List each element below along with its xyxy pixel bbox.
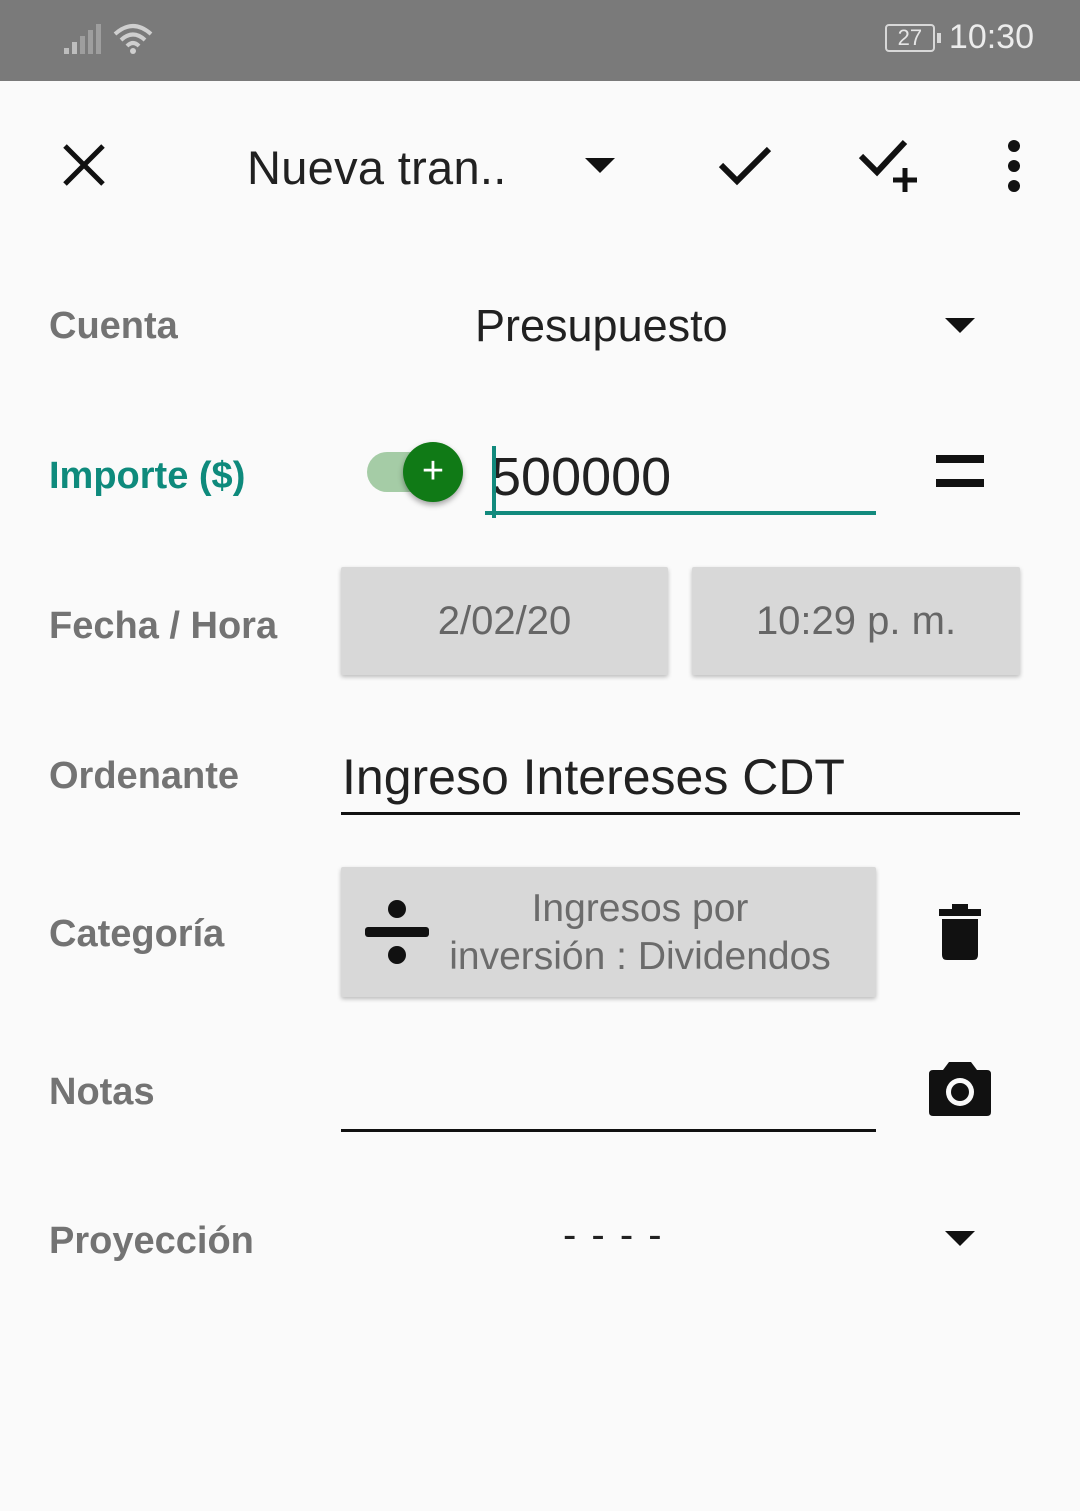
notes-input[interactable] — [342, 1060, 876, 1126]
account-select[interactable]: Presupuesto — [475, 300, 728, 352]
camera-icon — [929, 1062, 991, 1116]
status-bar: 27 10:30 — [0, 0, 1080, 81]
projection-select[interactable]: - - - - — [563, 1213, 664, 1258]
split-icon[interactable] — [364, 900, 430, 966]
category-label: Categoría — [49, 913, 225, 955]
close-button[interactable] — [54, 135, 114, 195]
payee-label: Ordenante — [49, 755, 240, 797]
account-label: Cuenta — [49, 305, 178, 347]
time-button[interactable]: 10:29 p. m. — [692, 567, 1020, 675]
status-time: 10:30 — [948, 18, 1034, 56]
amount-input[interactable]: 500000 — [485, 430, 876, 518]
page-title[interactable]: Nueva tran.. — [247, 140, 507, 195]
check-plus-icon — [858, 139, 917, 192]
equals-icon — [936, 455, 984, 487]
check-icon — [718, 146, 772, 186]
calculator-button[interactable] — [930, 448, 990, 494]
battery-icon: 27 — [884, 23, 941, 52]
delete-category-button[interactable] — [930, 900, 990, 964]
signal-icon — [64, 24, 101, 54]
save-button[interactable] — [712, 135, 778, 195]
datetime-label: Fecha / Hora — [49, 605, 278, 647]
status-left — [62, 22, 154, 56]
attach-photo-button[interactable] — [926, 1056, 994, 1120]
account-dropdown-icon[interactable] — [945, 318, 975, 333]
notes-underline — [341, 1129, 876, 1132]
status-right: 27 10:30 — [884, 18, 1034, 57]
more-vert-icon — [1008, 140, 1020, 192]
date-button[interactable]: 2/02/20 — [341, 567, 668, 675]
notes-label: Notas — [49, 1071, 155, 1113]
category-line-2: inversión : Dividendos — [449, 935, 831, 978]
wifi-icon — [113, 24, 153, 54]
amount-label: Importe ($) — [49, 455, 246, 497]
text-cursor — [492, 446, 496, 518]
category-text: Ingresos por inversión : Dividendos — [428, 885, 852, 981]
more-options-button[interactable] — [994, 135, 1034, 197]
close-icon — [63, 144, 105, 186]
sign-toggle[interactable]: + — [403, 442, 463, 502]
projection-label: Proyección — [49, 1220, 254, 1262]
save-and-new-button[interactable] — [855, 132, 921, 198]
amount-value: 500000 — [491, 447, 672, 507]
trash-icon — [939, 904, 981, 960]
payee-input[interactable]: Ingreso Intereses CDT — [342, 748, 845, 806]
payee-underline — [341, 812, 1020, 815]
projection-dropdown-icon[interactable] — [945, 1231, 975, 1246]
dropdown-caret-icon[interactable] — [585, 158, 615, 173]
category-line-1: Ingresos por — [531, 887, 749, 930]
